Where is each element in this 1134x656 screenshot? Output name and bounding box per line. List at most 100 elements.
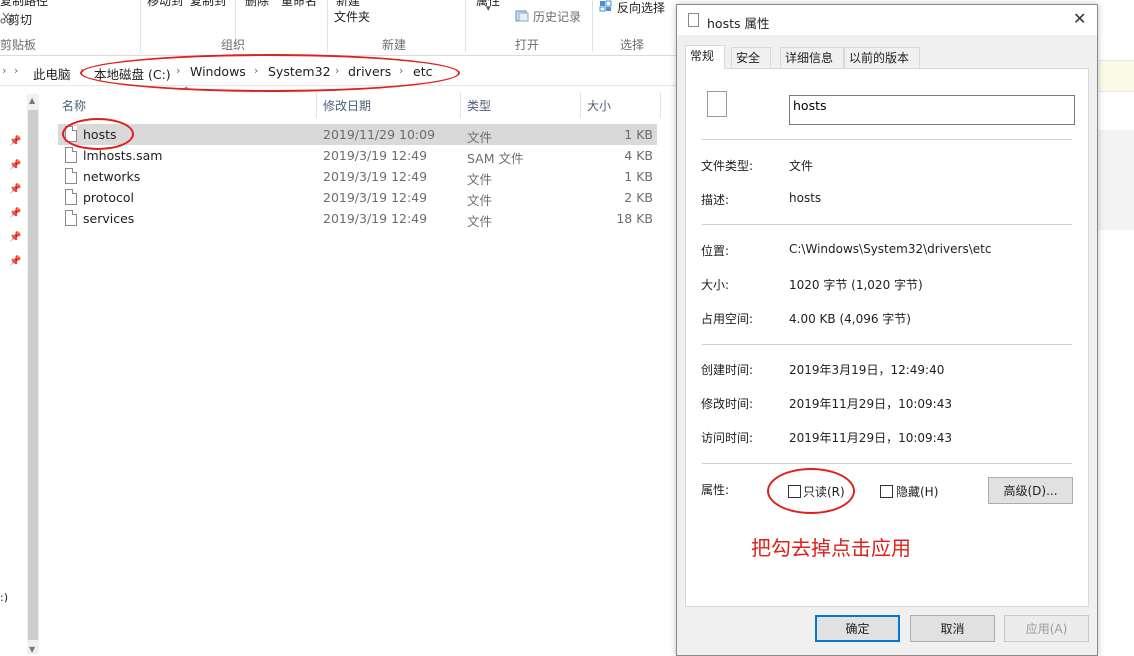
apply-button[interactable]: 应用(A) xyxy=(1004,615,1089,642)
rename-button[interactable]: 重命名 xyxy=(281,0,317,9)
invert-selection-icon xyxy=(599,0,613,12)
chevron-right-icon[interactable]: › xyxy=(254,64,258,77)
pin-icon[interactable]: 📌 xyxy=(9,184,21,195)
ribbon: 复制路径 剪切 剪贴板 移动到 复制到 删除 重命名 组织 新建 文件夹 新建 … xyxy=(0,0,676,56)
chevron-down-icon[interactable]: ▾ xyxy=(486,4,491,14)
group-select: 选择 xyxy=(620,38,645,52)
chevron-right-icon[interactable]: › xyxy=(399,64,403,77)
nav-drive-label[interactable]: :) xyxy=(0,591,8,604)
column-separator[interactable] xyxy=(580,92,581,118)
background-highlight xyxy=(1096,60,1134,92)
dialog-titlebar[interactable]: hosts 属性 ✕ xyxy=(677,5,1097,35)
file-icon xyxy=(65,126,77,142)
cut-button[interactable]: 剪切 xyxy=(8,11,32,28)
file-size: 4 KB xyxy=(624,148,653,163)
tab-details[interactable]: 详细信息 xyxy=(780,47,844,68)
file-name: hosts xyxy=(83,127,117,142)
file-row-networks[interactable]: networks 2019/3/19 12:49 文件 1 KB xyxy=(58,166,657,187)
column-header-name[interactable]: 名称 xyxy=(62,97,86,114)
invert-selection-button[interactable]: 反向选择 xyxy=(617,0,665,16)
chevron-right-icon[interactable]: › xyxy=(176,64,180,77)
breadcrumb-local-disk[interactable]: 本地磁盘 (C:) xyxy=(94,64,171,83)
file-name: lmhosts.sam xyxy=(83,148,163,163)
file-size: 1 KB xyxy=(624,127,653,142)
file-row-protocol[interactable]: protocol 2019/3/19 12:49 文件 2 KB xyxy=(58,187,657,208)
tab-previous-versions[interactable]: 以前的版本 xyxy=(844,47,920,68)
advanced-button[interactable]: 高级(D)... xyxy=(988,477,1073,504)
copy-to-button[interactable]: 复制到 xyxy=(190,0,226,9)
pin-icon[interactable]: 📌 xyxy=(9,256,21,267)
hidden-checkbox[interactable] xyxy=(880,485,893,498)
file-name-input[interactable] xyxy=(790,93,1063,117)
group-open: 打开 xyxy=(515,38,540,52)
breadcrumb-this-pc[interactable]: 此电脑 xyxy=(33,64,71,83)
column-header-type[interactable]: 类型 xyxy=(467,97,491,114)
file-name-field[interactable] xyxy=(789,93,1075,125)
attributes-label: 属性: xyxy=(701,483,730,497)
tab-security[interactable]: 安全 xyxy=(731,47,771,68)
accessed-label: 访问时间: xyxy=(701,431,754,445)
file-row-hosts[interactable]: hosts 2019/11/29 10:09 文件 1 KB xyxy=(58,124,657,145)
file-icon xyxy=(688,13,699,27)
readonly-label[interactable]: 只读(R) xyxy=(803,483,845,500)
pin-icon[interactable]: 📌 xyxy=(9,232,21,243)
size-on-disk-value: 4.00 KB (4,096 字节) xyxy=(789,312,911,326)
scroll-down-icon[interactable]: ▼ xyxy=(29,645,35,654)
divider xyxy=(702,139,1072,140)
properties-dialog: hosts 属性 ✕ 常规 安全 详细信息 以前的版本 文件类型: 文件 描述:… xyxy=(676,4,1098,656)
general-tab-panel: 文件类型: 文件 描述: hosts 位置: C:\Windows\System… xyxy=(685,68,1089,607)
size-on-disk-label: 占用空间: xyxy=(701,312,754,326)
background-panel xyxy=(1096,130,1134,230)
new-folder-button[interactable]: 文件夹 xyxy=(334,8,370,25)
column-header-modified[interactable]: 修改日期 xyxy=(323,97,371,114)
column-separator[interactable] xyxy=(316,92,317,118)
accessed-value: 2019年11月29日，10:09:43 xyxy=(789,431,952,445)
chevron-right-icon[interactable]: › xyxy=(2,64,6,77)
history-button[interactable]: 历史记录 xyxy=(533,8,581,25)
created-value: 2019年3月19日，12:49:40 xyxy=(789,363,945,377)
cancel-button[interactable]: 取消 xyxy=(910,615,995,642)
hidden-label[interactable]: 隐藏(H) xyxy=(896,483,938,500)
ribbon-separator xyxy=(140,0,141,52)
close-icon[interactable]: ✕ xyxy=(1073,9,1086,28)
location-value: C:\Windows\System32\drivers\etc xyxy=(789,242,992,256)
chevron-right-icon[interactable]: › xyxy=(14,64,18,77)
file-name: services xyxy=(83,211,135,226)
scroll-up-icon[interactable]: ▲ xyxy=(29,96,35,105)
column-header-size[interactable]: 大小 xyxy=(587,97,611,114)
nav-scrollbar-thumb[interactable] xyxy=(28,110,38,640)
chevron-right-icon[interactable]: › xyxy=(80,64,84,77)
pin-icon[interactable]: 📌 xyxy=(9,208,21,219)
file-modified: 2019/3/19 12:49 xyxy=(323,190,428,205)
pin-icon[interactable]: 📌 xyxy=(9,136,21,147)
column-separator[interactable] xyxy=(460,92,461,118)
move-to-button[interactable]: 移动到 xyxy=(147,0,183,9)
delete-button[interactable]: 删除 xyxy=(245,0,269,9)
breadcrumb-etc[interactable]: etc xyxy=(413,64,432,79)
ribbon-separator xyxy=(592,0,593,52)
ribbon-copy-path-partial[interactable]: 复制路径 xyxy=(0,0,48,9)
file-row-lmhosts[interactable]: lmhosts.sam 2019/3/19 12:49 SAM 文件 4 KB xyxy=(58,145,657,166)
address-bar[interactable]: › › 此电脑 › 本地磁盘 (C:) › Windows › System32… xyxy=(0,58,676,86)
file-size: 18 KB xyxy=(616,211,653,226)
file-type: 文件 xyxy=(467,172,493,187)
file-modified: 2019/11/29 10:09 xyxy=(323,127,436,142)
column-separator[interactable] xyxy=(660,92,661,118)
ok-button[interactable]: 确定 xyxy=(815,615,900,642)
created-label: 创建时间: xyxy=(701,363,754,377)
group-clipboard: 剪贴板 xyxy=(0,38,37,52)
chevron-right-icon[interactable]: › xyxy=(335,64,339,77)
readonly-checkbox[interactable] xyxy=(788,485,801,498)
breadcrumb-windows[interactable]: Windows xyxy=(190,64,246,79)
file-row-services[interactable]: services 2019/3/19 12:49 文件 18 KB xyxy=(58,208,657,229)
file-type: 文件 xyxy=(467,130,493,145)
file-size: 1 KB xyxy=(624,169,653,184)
divider xyxy=(702,344,1072,345)
pin-icon[interactable]: 📌 xyxy=(9,160,21,171)
breadcrumb-drivers[interactable]: drivers xyxy=(348,64,391,79)
dialog-title: hosts 属性 xyxy=(707,16,770,31)
file-icon xyxy=(707,91,727,117)
tab-general[interactable]: 常规 xyxy=(685,45,725,69)
breadcrumb-system32[interactable]: System32 xyxy=(268,64,331,79)
history-icon xyxy=(515,10,529,22)
